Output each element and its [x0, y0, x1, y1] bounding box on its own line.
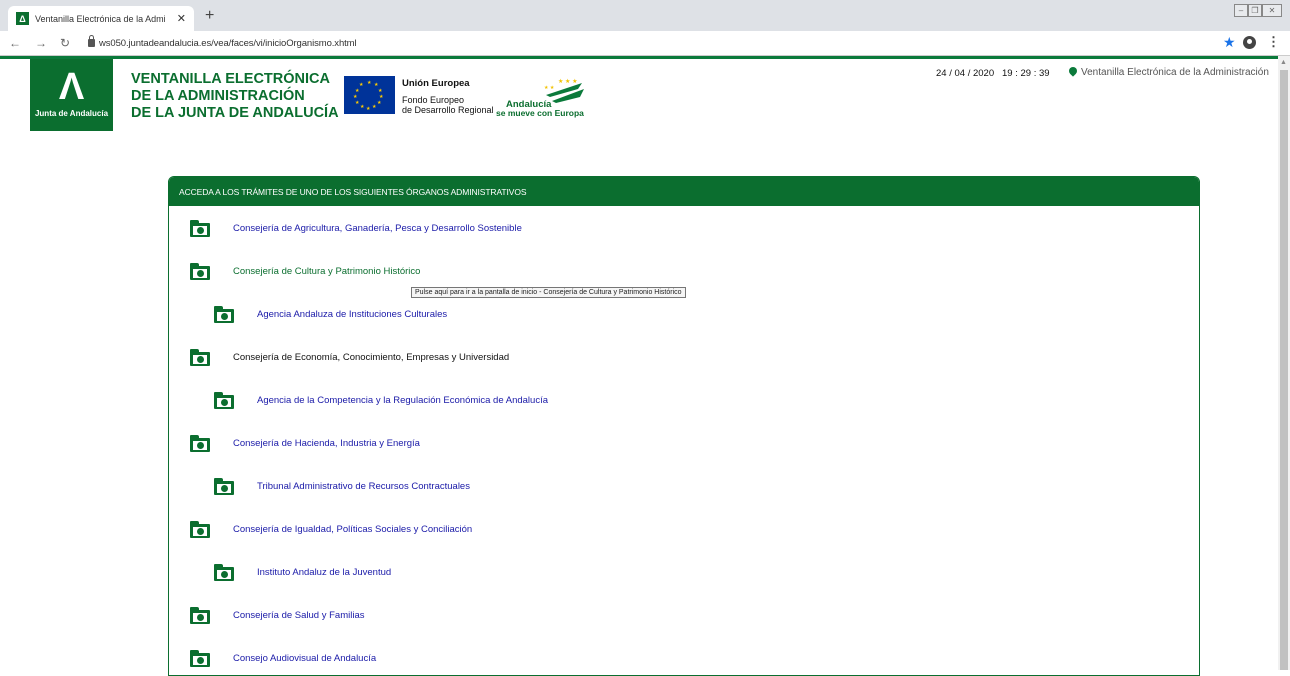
organism-item[interactable]: Agencia de la Competencia y la Regulació… [214, 392, 548, 409]
organism-link[interactable]: Consejería de Salud y Familias [233, 610, 364, 621]
organism-item[interactable]: Consejería de Economía, Conocimiento, Em… [190, 349, 509, 366]
organism-link[interactable]: Agencia de la Competencia y la Regulació… [257, 395, 548, 406]
page-scrollbar[interactable]: ▲ [1278, 56, 1290, 670]
forward-icon[interactable]: → [35, 35, 47, 51]
restore-icon[interactable]: ❐ [1248, 4, 1262, 17]
site-title-line: DE LA JUNTA DE ANDALUCÍA [131, 105, 339, 121]
organism-link[interactable]: Agencia Andaluza de Instituciones Cultur… [257, 309, 447, 320]
close-tab-icon[interactable]: ✕ [177, 12, 186, 25]
folder-globe-icon [214, 478, 234, 495]
folder-globe-icon [190, 650, 210, 667]
junta-favicon-icon: Δ [16, 12, 29, 25]
map-pin-icon [1067, 65, 1079, 77]
browser-tab[interactable]: Δ Ventanilla Electrónica de la Admi ✕ [8, 6, 194, 31]
datetime: 24 / 04 / 2020 19 : 29 : 39 [936, 68, 1050, 79]
organism-item[interactable]: Consejo Audiovisual de Andalucía [190, 650, 376, 667]
organism-item[interactable]: Consejería de Hacienda, Industria y Ener… [190, 435, 420, 452]
organism-link[interactable]: Consejería de Economía, Conocimiento, Em… [233, 352, 509, 363]
site-title-line: DE LA ADMINISTRACIÓN [131, 88, 305, 104]
star-icon[interactable]: ★ [1223, 34, 1236, 51]
svg-text:★ ★: ★ ★ [544, 85, 555, 91]
close-window-icon[interactable]: ✕ [1262, 4, 1282, 17]
browser-toolbar: ← → ↻ ws050.juntadeandalucia.es/vea/face… [0, 31, 1290, 56]
folder-globe-icon [190, 521, 210, 538]
folder-globe-icon [214, 392, 234, 409]
site-title: VENTANILLA ELECTRÓNICA DE LA ADMINISTRAC… [131, 71, 339, 122]
profile-icon[interactable] [1243, 36, 1256, 49]
folder-globe-icon [190, 220, 210, 237]
folder-globe-icon [190, 435, 210, 452]
eu-fund-line: Fondo Europeo [402, 95, 465, 105]
organism-item[interactable]: Consejería de Igualdad, Políticas Social… [190, 521, 472, 538]
panel-heading: ACCEDA A LOS TRÁMITES DE UNO DE LOS SIGU… [169, 177, 1199, 206]
organism-link[interactable]: Instituto Andaluz de la Juventud [257, 567, 391, 578]
folder-globe-icon [214, 564, 234, 581]
address-bar[interactable]: ws050.juntadeandalucia.es/vea/faces/vi/i… [99, 38, 357, 49]
header-top-line [0, 56, 1278, 59]
browser-tabstrip: Δ Ventanilla Electrónica de la Admi ✕ + … [0, 0, 1290, 31]
eu-flag-icon: ★ ★ ★ ★ ★ ★ ★ ★ ★ ★ ★ ★ [344, 76, 395, 114]
organism-item[interactable]: Instituto Andaluz de la Juventud [214, 564, 391, 581]
svg-text:★ ★ ★: ★ ★ ★ [558, 78, 577, 85]
organism-item[interactable]: Consejería de Agricultura, Ganadería, Pe… [190, 220, 522, 237]
andalucia-slogan: se mueve con Europa [496, 108, 584, 118]
organism-link[interactable]: Consejería de Hacienda, Industria y Ener… [233, 438, 420, 449]
organisms-panel: ACCEDA A LOS TRÁMITES DE UNO DE LOS SIGU… [168, 176, 1200, 676]
junta-logo[interactable]: Λ Junta de Andalucía [30, 59, 113, 131]
organism-link[interactable]: Consejería de Igualdad, Políticas Social… [233, 524, 472, 535]
organism-link[interactable]: Consejería de Agricultura, Ganadería, Pe… [233, 223, 522, 234]
site-title-line: VENTANILLA ELECTRÓNICA [131, 71, 330, 87]
eu-fund-line: de Desarrollo Regional [402, 105, 494, 115]
organism-link[interactable]: Consejo Audiovisual de Andalucía [233, 653, 376, 664]
minimize-icon[interactable]: – [1234, 4, 1248, 17]
reload-icon[interactable]: ↻ [60, 35, 70, 51]
window-controls: – ❐ ✕ [1234, 4, 1282, 17]
folder-globe-icon [190, 263, 210, 280]
eu-fund-text: Fondo Europeo de Desarrollo Regional [402, 95, 494, 115]
organism-item[interactable]: Tribunal Administrativo de Recursos Cont… [214, 478, 470, 495]
organism-item[interactable]: Consejería de Cultura y Patrimonio Histó… [190, 263, 420, 280]
junta-logo-mark: Λ [58, 66, 85, 108]
organism-link[interactable]: Consejería de Cultura y Patrimonio Histó… [233, 266, 420, 277]
scrollbar-thumb[interactable] [1280, 70, 1288, 670]
scroll-up-icon[interactable]: ▲ [1280, 59, 1287, 66]
back-icon[interactable]: ← [9, 35, 21, 51]
eu-title: Unión Europea [402, 78, 470, 89]
new-tab-icon[interactable]: + [205, 8, 214, 24]
menu-icon[interactable]: ⋮ [1267, 34, 1280, 50]
lock-icon[interactable] [88, 35, 95, 47]
junta-logo-caption: Junta de Andalucía [34, 109, 109, 118]
portal-link[interactable]: Ventanilla Electrónica de la Administrac… [1067, 65, 1269, 78]
tab-title: Ventanilla Electrónica de la Admi [35, 13, 165, 24]
organism-item[interactable]: Consejería de Salud y Familias [190, 607, 364, 624]
organism-link[interactable]: Tribunal Administrativo de Recursos Cont… [257, 481, 470, 492]
folder-globe-icon [214, 306, 234, 323]
tooltip: Pulse aquí para ir a la pantalla de inic… [411, 287, 686, 298]
organism-item[interactable]: Agencia Andaluza de Instituciones Cultur… [214, 306, 447, 323]
folder-globe-icon [190, 349, 210, 366]
folder-globe-icon [190, 607, 210, 624]
portal-link-label: Ventanilla Electrónica de la Administrac… [1081, 67, 1269, 78]
